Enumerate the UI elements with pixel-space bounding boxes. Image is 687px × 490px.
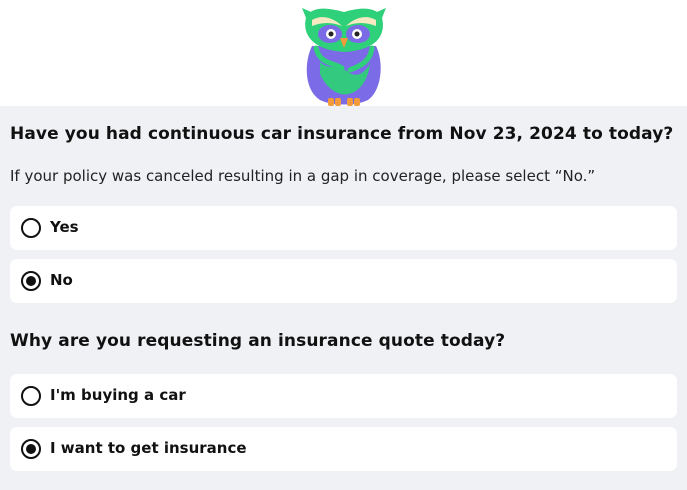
option-yes[interactable]: Yes (10, 206, 677, 250)
option-no[interactable]: No (10, 259, 677, 303)
option-no-label: No (50, 271, 73, 289)
option-yes-label: Yes (50, 218, 79, 236)
radio-no[interactable] (21, 271, 41, 291)
owl-mascot-icon (298, 4, 390, 108)
option-buying-a-car-label: I'm buying a car (50, 386, 186, 404)
continuous-insurance-question: Have you had continuous car insurance fr… (10, 124, 674, 144)
option-buying-a-car[interactable]: I'm buying a car (10, 374, 677, 418)
option-want-insurance-label: I want to get insurance (50, 439, 247, 457)
radio-yes[interactable] (21, 218, 41, 238)
radio-buying-a-car[interactable] (21, 386, 41, 406)
quote-reason-question: Why are you requesting an insurance quot… (10, 331, 506, 351)
continuous-insurance-hint: If your policy was canceled resulting in… (10, 167, 596, 185)
radio-want-insurance[interactable] (21, 439, 41, 459)
option-want-insurance[interactable]: I want to get insurance (10, 427, 677, 471)
